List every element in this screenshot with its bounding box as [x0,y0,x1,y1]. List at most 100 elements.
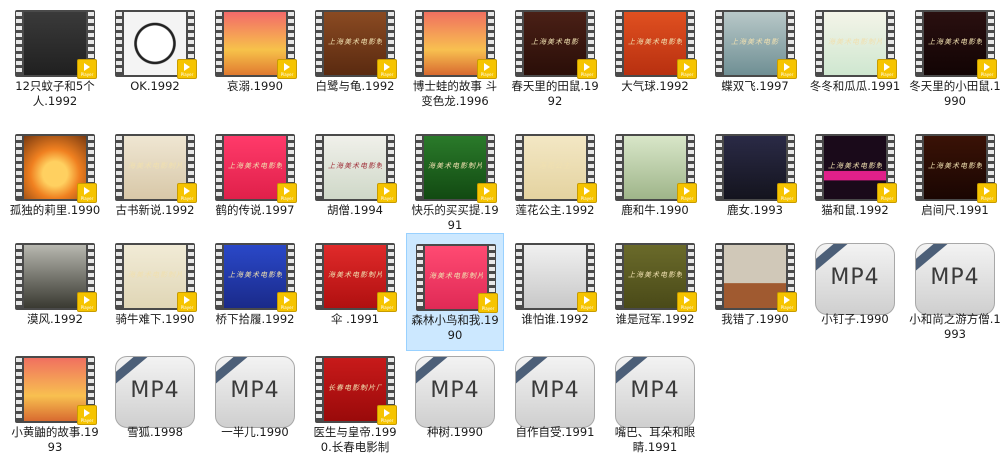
sprocket-holes [116,12,122,75]
file-item[interactable]: 上海美术电影制片厂 Player 胡僧.1994 [306,124,404,242]
file-name: 伞 .1991 [330,312,380,326]
file-item[interactable]: Player 小黄鼬的故事.1993 [6,346,104,464]
file-item[interactable]: Player 12只蚊子和5个人.1992 [6,0,104,118]
file-item[interactable]: Player 漠风.1992 [6,233,104,351]
player-label: Player [580,72,594,77]
file-item[interactable]: 上海美术电影制片 Player 大气球.1992 [606,0,704,118]
play-icon [684,63,690,71]
file-item[interactable]: Player 我错了.1990 [706,233,804,351]
file-item[interactable]: Player 鹿女.1993 [706,124,804,242]
play-icon [984,63,990,71]
video-thumbnail: Player [715,243,797,312]
player-badge-icon: Player [177,59,197,79]
file-item[interactable]: 海美术电影制片 Player 古书新说.1992 [106,124,204,242]
video-thumbnail: 上海美术电影制片 Player [615,10,697,79]
play-icon [84,296,90,304]
file-item[interactable]: Player 谁怕谁.1992 [506,233,604,351]
file-name: 春天里的田鼠.1992 [511,79,599,108]
file-item[interactable]: MP4 小钉子.1990 [806,233,904,351]
file-item[interactable]: MP4 种树.1990 [406,346,504,464]
sprocket-holes [216,136,222,199]
file-item[interactable]: 上海美术电影制片 Player 桥下拾履.1992 [206,233,304,351]
file-item[interactable]: 海美术电影制片 Player 骑牛难下.1990 [106,233,204,351]
sprocket-holes [316,12,322,75]
frame-caption: 海美术电影制片厂 [328,271,382,280]
file-item[interactable]: MP4 自作自受.1991 [506,346,604,464]
file-name: 快乐的买买提.1991 [411,203,499,232]
file-item[interactable]: 上海美术电影制片厂 Player 谁是冠军.1992 [606,233,704,351]
player-label: Player [80,72,94,77]
file-item[interactable]: 上海美术电影制片厂 Player 猫和鼠.1992 [806,124,904,242]
mp4-file-icon: MP4 [415,356,495,428]
file-item[interactable]: 上海美术电影制片厂 Player 启间尺.1991 [906,124,1000,242]
video-thumbnail: 上海美术电影制片 Player [315,10,397,79]
file-item[interactable]: 上海美术电影制片 Player 白鹭与龟.1992 [306,0,404,118]
video-thumbnail: 海美术电影制片 Player [115,134,197,203]
sprocket-holes [216,12,222,75]
file-item[interactable]: 上海美术电影 Player 春天里的田鼠.1992 [506,0,604,118]
video-thumbnail: 上海美术电影制片厂 Player [915,10,997,79]
file-name: 冬冬和瓜瓜.1991 [809,79,901,93]
frame-caption: 上海美术电影制片 [628,38,682,47]
file-item[interactable]: MP4 小和尚之游方僧.1993 [906,233,1000,351]
player-badge-icon: Player [377,405,397,425]
video-thumbnail: 上海美术电影制片厂 Player [915,134,997,203]
file-item[interactable]: Player 哀溺.1990 [206,0,304,118]
frame-caption: 长春电影制片厂 [328,384,382,393]
player-label: Player [380,196,394,201]
mp4-icon: MP4 [215,356,295,428]
file-item[interactable]: MP4 雪狐.1998 [106,346,204,464]
player-label: Player [80,196,94,201]
file-item[interactable]: Player 鹿和牛.1990 [606,124,704,242]
player-label: Player [780,305,794,310]
play-icon [184,63,190,71]
file-item[interactable]: MP4 一半儿.1990 [206,346,304,464]
player-label: Player [280,305,294,310]
player-badge-icon: Player [477,183,497,203]
mp4-label: MP4 [530,378,580,403]
file-item[interactable]: Player OK.1992 [106,0,204,118]
player-label: Player [480,72,494,77]
play-icon [784,296,790,304]
file-item[interactable]: 上海美术电影制片厂 Player 冬天里的小田鼠.1990 [906,0,1000,118]
sprocket-holes [16,12,22,75]
player-label: Player [680,305,694,310]
play-icon [384,296,390,304]
video-thumbnail: Player [515,243,597,312]
file-item[interactable]: MP4 嘴巴、耳朵和眼睛.1991 [606,346,704,464]
video-thumbnail: Player [215,10,297,79]
file-item[interactable]: 海美术电影制片 Player 快乐的买买提.1991 [406,124,504,242]
file-name: 森林小鸟和我.1990 [411,313,499,342]
file-item[interactable]: 海美术电影制片厂 Player伞 .1991 [306,233,404,351]
player-label: Player [180,196,194,201]
file-item[interactable]: Player 孤独的莉里.1990 [6,124,104,242]
file-name: 谁是冠军.1992 [615,312,695,326]
video-thumbnail: 上海美术电影制片 Player [215,243,297,312]
file-item[interactable]: 海美术电影制片 Player 森林小鸟和我.1990 [406,233,504,351]
file-item[interactable]: 上海美术电影 Player 蝶双飞.1997 [706,0,804,118]
file-item[interactable]: 海美术电影制片 Player 冬冬和瓜瓜.1991 [806,0,904,118]
play-icon [584,296,590,304]
frame-caption: 海美术电影制片 [429,272,483,281]
player-label: Player [680,72,694,77]
player-label: Player [180,305,194,310]
file-name: 孤独的莉里.1990 [9,203,101,217]
play-icon [84,63,90,71]
player-label: Player [980,72,994,77]
video-thumbnail: 海美术电影制片厂 Player [315,243,397,312]
file-name: 种树.1990 [427,425,483,439]
file-name: 小黄鼬的故事.1993 [11,425,99,454]
player-label: Player [180,72,194,77]
file-item[interactable]: Player 博士蛙的故事 斗变色龙.1996 [406,0,504,118]
file-item[interactable]: 莲花公主 Player 莲花公主.1992 [506,124,604,242]
video-thumbnail: 上海美术电影制片厂 Player [615,243,697,312]
player-label: Player [380,418,394,423]
file-name: 蝶双飞.1997 [721,79,789,93]
play-icon [284,63,290,71]
play-icon [384,187,390,195]
play-icon [684,187,690,195]
sprocket-holes [716,136,722,199]
file-item[interactable]: 长春电影制片厂 Player 医生与皇帝.1990.长春电影制 [306,346,404,464]
file-item[interactable]: 上海美术电影制片厂 Player 鹤的传说.1997 [206,124,304,242]
player-badge-icon: Player [77,59,97,79]
